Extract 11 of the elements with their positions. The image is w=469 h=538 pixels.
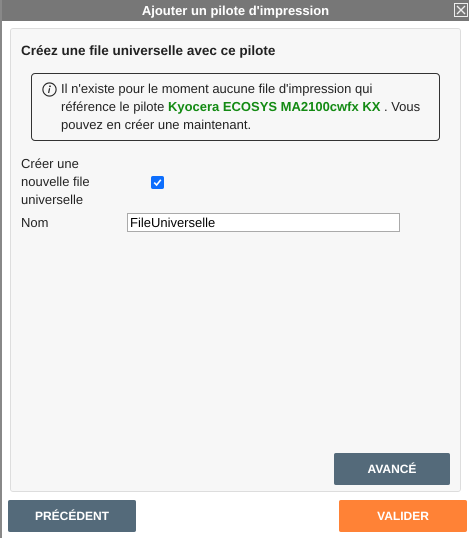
field-label: Créer une nouvelle file universelle <box>21 155 91 210</box>
window-title: Ajouter un pilote d'impression <box>142 2 330 20</box>
section-heading: Créez une file universelle avec ce pilote <box>21 42 276 60</box>
checkbox[interactable] <box>151 176 164 189</box>
info-icon <box>42 82 57 98</box>
previous-button[interactable]: PRÉCÉDENT <box>8 500 136 532</box>
close-icon[interactable] <box>454 3 468 17</box>
name-input-field[interactable]: FileUniverselle <box>127 213 400 232</box>
field-label: Nom <box>21 214 50 232</box>
info-message: Il n'existe pour le moment aucune file d'impression qui référence le pilote Kyocera ECOSYS MA2100cwfx KX . Vous pouvez en créer une maintenant. <box>61 80 422 134</box>
advanced-button[interactable]: AVANCÉ <box>334 453 450 485</box>
